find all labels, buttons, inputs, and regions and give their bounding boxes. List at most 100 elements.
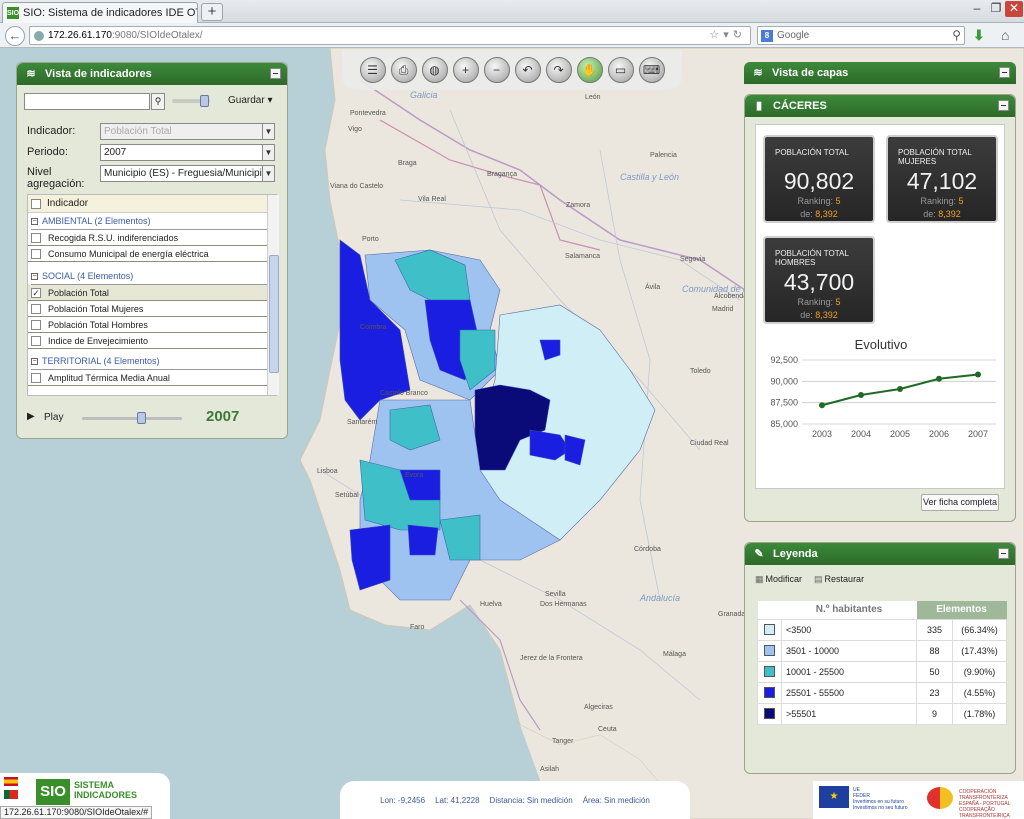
save-dropdown[interactable]: Guardar ▾ xyxy=(228,95,273,106)
select-all-checkbox[interactable] xyxy=(31,198,41,209)
poctep-logo xyxy=(927,787,953,809)
list-scrollbar[interactable] xyxy=(267,195,279,395)
longitude-readout: Lon: -9,2456 xyxy=(380,795,426,805)
minimize-panel-button[interactable] xyxy=(270,68,281,79)
view-full-sheet-button[interactable]: Ver ficha completa xyxy=(921,494,999,511)
color-swatch[interactable] xyxy=(764,624,775,636)
pencil-icon: ✎ xyxy=(754,548,764,560)
map-label: Castelo Branco xyxy=(380,390,428,397)
color-swatch[interactable] xyxy=(764,687,775,699)
zoom-in-icon[interactable]: + xyxy=(452,57,479,83)
back-button[interactable]: ← xyxy=(5,26,25,46)
indicator-list: Indicador − AMBIENTAL (2 Elementos) Recog… xyxy=(27,194,277,396)
group-label: SOCIAL (4 Elementos) xyxy=(42,271,134,281)
x-tick-label: 2003 xyxy=(812,429,832,439)
minimize-panel-button[interactable] xyxy=(999,67,1010,78)
browser-search-box[interactable]: 8 Google ⚲ xyxy=(757,26,965,45)
legend-row: 10001 - 25500 50 (9.90%) xyxy=(757,660,1007,683)
color-swatch[interactable] xyxy=(764,666,775,678)
browser-tab[interactable]: SIO SIO: Sistema de indicadores IDE OTAL… xyxy=(2,2,198,23)
play-icon[interactable]: ▶ xyxy=(27,411,35,422)
spain-flag-icon[interactable] xyxy=(4,777,18,786)
legend-percent: (4.55%) xyxy=(952,681,1007,704)
legend-percent: (66.34%) xyxy=(952,618,1007,641)
collapse-icon[interactable]: − xyxy=(31,217,38,225)
list-item[interactable]: Población Total Hombres xyxy=(28,317,273,333)
chevron-down-icon[interactable]: ▼ xyxy=(262,166,274,181)
keyboard-icon[interactable]: ⌨ xyxy=(638,57,665,83)
indicator-search-input[interactable] xyxy=(24,93,150,110)
data-point[interactable] xyxy=(936,375,942,382)
close-window-button[interactable]: ✕ xyxy=(1005,1,1023,17)
minimize-panel-button[interactable] xyxy=(998,100,1009,111)
year-slider[interactable] xyxy=(82,412,182,424)
list-item[interactable]: Consumo Municipal de energía eléctrica xyxy=(28,246,273,262)
item-label: Población Total Hombres xyxy=(48,319,148,330)
indicator-value: Población Total xyxy=(104,126,172,137)
color-swatch[interactable] xyxy=(764,645,775,657)
address-bar[interactable]: 172.26.61.170:9080/SIOIdeOtalex/ ☆▾↻ xyxy=(29,26,751,45)
map-label: Málaga xyxy=(663,651,686,658)
legend-row: 25501 - 55500 23 (4.55%) xyxy=(757,681,1007,704)
search-icon[interactable]: ⚲ xyxy=(151,93,165,110)
download-icon[interactable]: ⬇ xyxy=(973,27,985,44)
chevron-down-icon[interactable]: ▼ xyxy=(262,145,274,160)
item-checkbox[interactable] xyxy=(31,319,41,330)
collapse-icon[interactable]: − xyxy=(31,272,38,280)
scrollbar-thumb[interactable] xyxy=(269,255,279,373)
zoom-out-icon[interactable]: − xyxy=(483,57,510,83)
item-checkbox[interactable] xyxy=(31,303,41,314)
modify-button[interactable]: ▦ Modificar xyxy=(755,574,802,585)
group-ambiental[interactable]: − AMBIENTAL (2 Elementos) xyxy=(28,213,276,229)
item-checkbox[interactable] xyxy=(31,248,41,259)
collapse-icon[interactable]: − xyxy=(31,357,38,365)
legend-actions: ▦ Modificar ▤ Restaurar xyxy=(755,574,864,585)
layers-icon[interactable]: ☰ xyxy=(359,57,386,83)
aggregation-select[interactable]: Municipio (ES) - Freguesia/Municipio ▼ xyxy=(100,165,275,182)
legend-range: >55501 xyxy=(781,702,917,725)
list-item[interactable]: Indice de Envejecimiento xyxy=(28,333,273,349)
legend-swatch-cell xyxy=(757,639,782,662)
measure-icon[interactable]: ▭ xyxy=(607,57,634,83)
search-icon[interactable]: ⚲ xyxy=(952,28,961,42)
x-tick-label: 2005 xyxy=(890,429,910,439)
globe-icon[interactable]: ◍ xyxy=(421,57,448,83)
y-tick-label: 92,500 xyxy=(770,355,798,365)
pan-hand-icon[interactable]: ✋ xyxy=(576,57,603,83)
portugal-flag-icon[interactable] xyxy=(4,790,18,799)
group-social[interactable]: − SOCIAL (4 Elementos) xyxy=(28,268,276,284)
redo-icon[interactable]: ↷ xyxy=(545,57,572,83)
restore-button[interactable]: ▤ Restaurar xyxy=(814,574,864,585)
undo-icon[interactable]: ↶ xyxy=(514,57,541,83)
item-checkbox[interactable] xyxy=(31,232,41,243)
layers-panel-header[interactable]: ≋ Vista de capas xyxy=(744,62,1016,84)
data-point[interactable] xyxy=(897,386,903,393)
distance-readout: Distancia: Sin medición xyxy=(489,795,573,805)
opacity-slider[interactable] xyxy=(172,95,210,107)
stat-value: 47,102 xyxy=(906,168,978,194)
color-swatch[interactable] xyxy=(764,708,775,720)
list-item[interactable]: Recogida R.S.U. indiferenciados xyxy=(28,230,273,246)
restore-window-button[interactable]: ❐ xyxy=(987,1,1005,17)
indicators-panel: ≋ Vista de indicadores ⚲ Guardar ▾ Indic… xyxy=(16,62,288,439)
minimize-panel-button[interactable] xyxy=(998,548,1009,559)
data-point[interactable] xyxy=(858,391,864,398)
item-checkbox[interactable] xyxy=(31,372,41,383)
print-icon[interactable]: ⎙ xyxy=(390,57,417,83)
item-checkbox[interactable] xyxy=(31,335,41,346)
slider-handle[interactable] xyxy=(137,412,146,424)
minimize-window-button[interactable]: – xyxy=(968,1,986,17)
list-item[interactable]: Población Total Mujeres xyxy=(28,301,273,317)
data-point[interactable] xyxy=(819,402,825,409)
home-icon[interactable]: ⌂ xyxy=(1001,27,1009,43)
period-select[interactable]: 2007 ▼ xyxy=(100,144,275,161)
slider-handle[interactable] xyxy=(200,95,209,107)
list-item[interactable]: ✓ Población Total xyxy=(28,285,273,301)
new-tab-button[interactable]: + xyxy=(201,3,223,21)
list-item[interactable]: Amplitud Térmica Media Anual xyxy=(28,370,273,386)
bookmark-reload-icons[interactable]: ☆▾↻ xyxy=(709,28,746,41)
item-checkbox-checked[interactable]: ✓ xyxy=(31,287,41,298)
data-point[interactable] xyxy=(975,371,981,378)
group-territorial[interactable]: − TERRITORIAL (4 Elementos) xyxy=(28,353,276,369)
search-placeholder: Google xyxy=(777,30,810,41)
